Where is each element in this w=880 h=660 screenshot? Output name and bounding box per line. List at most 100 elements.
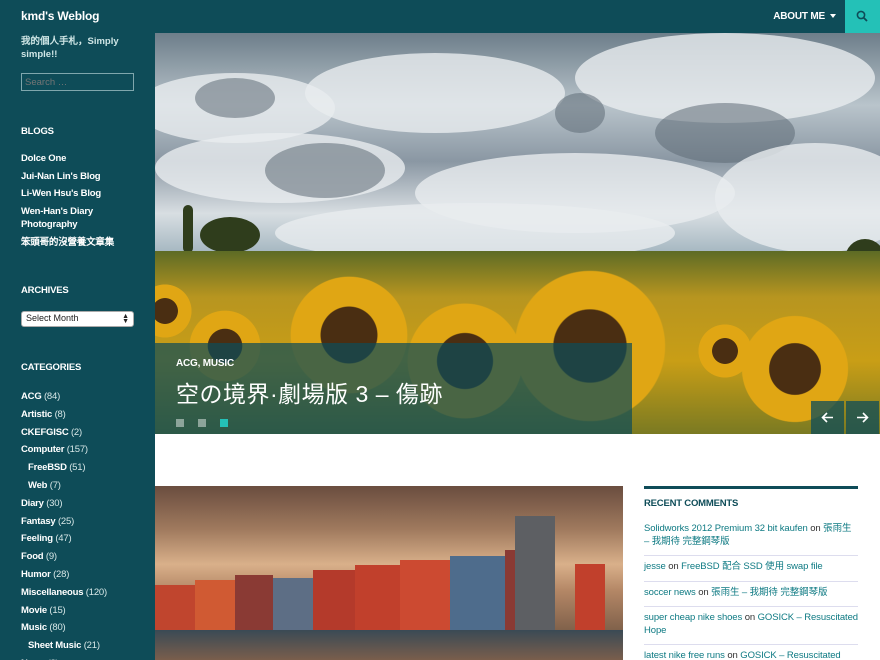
comment-author-link[interactable]: soccer news	[644, 587, 696, 598]
site-header: kmd's Weblog ABOUT ME	[0, 0, 880, 33]
slide-caption: ACG, MUSIC 空の境界·劇場版 3 – 傷跡	[155, 343, 632, 434]
blog-link[interactable]: Li-Wen Hsu's Blog	[21, 187, 141, 201]
category-count: (2)	[70, 426, 82, 438]
archives-title: ARCHIVES	[21, 285, 69, 296]
category-item: Web (7)	[21, 477, 151, 495]
category-item: Fantasy (25)	[21, 513, 151, 531]
category-item: Movie (15)	[21, 602, 151, 620]
category-count: (47)	[55, 533, 72, 545]
slider-dot-2[interactable]	[198, 419, 206, 427]
recent-comment-item: Solidworks 2012 Premium 32 bit kaufen on…	[644, 523, 858, 556]
comment-author-link[interactable]: super cheap nike shoes	[644, 612, 742, 623]
slider-next-button[interactable]	[846, 401, 879, 434]
category-item: Feeling (47)	[21, 530, 151, 548]
arrow-right-icon	[857, 412, 869, 423]
category-item: Sheet Music (21)	[21, 637, 151, 655]
blog-link[interactable]: Dolce One	[21, 152, 141, 166]
site-tagline: 我的個人手札，Simply simple!!	[21, 36, 119, 60]
comment-on-text: on	[668, 561, 679, 572]
category-link[interactable]: Computer	[21, 444, 64, 455]
comment-author-link[interactable]: jesse	[644, 561, 666, 572]
recent-comments-list: Solidworks 2012 Premium 32 bit kaufen on…	[644, 523, 858, 660]
category-link[interactable]: FreeBSD	[28, 462, 67, 473]
category-count: (157)	[66, 444, 88, 456]
site-title[interactable]: kmd's Weblog	[21, 9, 99, 23]
comment-on-text: on	[810, 523, 821, 534]
category-count: (8)	[54, 408, 66, 420]
category-count: (21)	[83, 640, 100, 652]
category-item: News (8)	[21, 655, 151, 660]
category-link[interactable]: Artistic	[21, 409, 52, 420]
comment-on-text: on	[727, 650, 738, 660]
category-link[interactable]: Miscellaneous	[21, 587, 84, 598]
categories-title: CATEGORIES	[21, 362, 82, 373]
category-count: (9)	[45, 551, 57, 563]
category-item: Artistic (8)	[21, 406, 151, 424]
category-link[interactable]: Diary	[21, 498, 44, 509]
category-item: Food (9)	[21, 548, 151, 566]
comment-post-link[interactable]: FreeBSD 配合 SSD 使用 swap file	[681, 561, 823, 572]
category-link[interactable]: Music	[21, 622, 47, 633]
category-link[interactable]: Web	[28, 480, 48, 491]
category-link[interactable]: Feeling	[21, 533, 53, 544]
category-count: (30)	[46, 497, 63, 509]
slider-dots	[176, 414, 242, 432]
recent-comments-title: RECENT COMMENTS	[644, 498, 739, 509]
category-count: (80)	[49, 622, 66, 634]
search-toggle-button[interactable]	[845, 0, 880, 33]
select-arrows-icon: ▲ ▼	[122, 313, 129, 325]
slider-dot-3[interactable]	[220, 419, 228, 427]
blogs-list: Dolce One Jui-Nan Lin's Blog Li-Wen Hsu's …	[21, 152, 141, 253]
blog-link[interactable]: Wen-Han's Diary Photography	[21, 205, 141, 232]
search-icon	[856, 10, 868, 22]
blog-link[interactable]: Jui-Nan Lin's Blog	[21, 170, 141, 184]
blogs-title: BLOGS	[21, 126, 54, 137]
category-link[interactable]: Movie	[21, 605, 47, 616]
category-link[interactable]: Food	[21, 551, 44, 562]
category-item: Miscellaneous (120)	[21, 584, 151, 602]
caret-down-icon	[830, 14, 836, 18]
category-link[interactable]: Fantasy	[21, 516, 56, 527]
category-link[interactable]: ACG	[21, 391, 42, 402]
category-item: Diary (30)	[21, 495, 151, 513]
category-count: (25)	[57, 515, 75, 527]
featured-slider: ACG, MUSIC 空の境界·劇場版 3 – 傷跡	[155, 33, 880, 434]
category-item: Music (80)	[21, 619, 151, 637]
widget-divider	[644, 486, 858, 489]
categories-list: ACG (84) Artistic (8) CKEFGISC (2) Computer…	[21, 388, 151, 660]
post-thumbnail[interactable]	[155, 486, 623, 660]
comment-post-link[interactable]: 張雨生 – 我期待 完整鋼琴版	[711, 587, 827, 598]
category-item: CKEFGISC (2)	[21, 424, 151, 442]
category-count: (15)	[49, 604, 66, 616]
recent-comment-item: jesse on FreeBSD 配合 SSD 使用 swap file	[644, 556, 858, 582]
slide-title[interactable]: 空の境界·劇場版 3 – 傷跡	[176, 375, 443, 409]
category-item: Computer (157)	[21, 441, 151, 459]
sidebar-search-input[interactable]	[21, 73, 134, 91]
slide-categories[interactable]: ACG, MUSIC	[176, 358, 234, 369]
category-count: (120)	[85, 586, 107, 598]
slider-dot-1[interactable]	[176, 419, 184, 427]
blog-link[interactable]: 笨頭哥的沒營養文章集	[21, 236, 141, 250]
category-count: (84)	[43, 391, 61, 402]
category-item: FreeBSD (51)	[21, 459, 151, 477]
archive-month-select[interactable]: Select Month ▲ ▼	[21, 311, 134, 327]
recent-comment-item: super cheap nike shoes on GOSICK – Resus…	[644, 607, 858, 645]
slider-prev-button[interactable]	[811, 401, 844, 434]
category-count: (51)	[69, 462, 86, 474]
recent-comment-item: latest nike free runs on GOSICK – Resusc…	[644, 645, 858, 660]
arrow-left-icon	[821, 412, 833, 423]
category-link[interactable]: Humor	[21, 569, 51, 580]
comment-on-text: on	[698, 586, 709, 598]
category-count: (28)	[53, 568, 70, 580]
category-count: (7)	[49, 479, 61, 491]
menu-about-me[interactable]: ABOUT ME	[773, 11, 836, 22]
comment-author-link[interactable]: latest nike free runs	[644, 650, 725, 660]
category-link[interactable]: Sheet Music	[28, 640, 81, 651]
comment-on-text: on	[744, 612, 756, 623]
comment-author-link[interactable]: Solidworks 2012 Premium 32 bit kaufen	[644, 523, 808, 534]
recent-comments-widget: RECENT COMMENTS Solidworks 2012 Premium …	[644, 486, 858, 660]
comment-post-link[interactable]: GOSICK – Resuscitated	[740, 650, 840, 660]
category-link[interactable]: CKEFGISC	[21, 427, 69, 438]
recent-comment-item: soccer news on 張雨生 – 我期待 完整鋼琴版	[644, 582, 858, 607]
sidebar: 我的個人手札，Simply simple!! BLOGS Dolce One Ju…	[0, 33, 155, 660]
